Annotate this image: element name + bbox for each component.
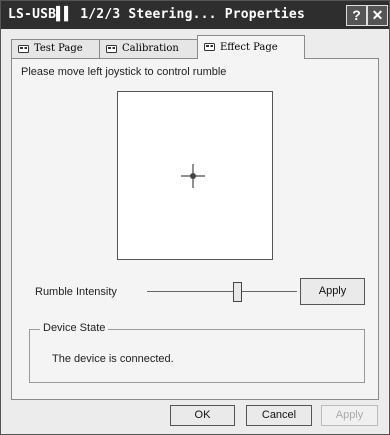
crosshair-icon: [181, 164, 205, 188]
effect-page-panel: Please move left joystick to control rum…: [11, 58, 379, 400]
tab-label: Test Page: [34, 43, 83, 54]
gamepad-icon: [204, 43, 215, 51]
title-bar[interactable]: LS-USB▌▌ 1/2/3 Steering... Properties ? …: [1, 1, 389, 29]
ok-button[interactable]: OK: [170, 405, 235, 426]
tab-test-page[interactable]: Test Page: [11, 39, 100, 58]
device-state-group: Device State The device is connected.: [29, 322, 365, 383]
apply-button[interactable]: Apply: [321, 405, 378, 426]
slider-thumb[interactable]: [233, 282, 242, 302]
device-state-title: Device State: [40, 322, 109, 334]
tab-label: Effect Page: [220, 42, 278, 53]
gamepad-icon: [18, 45, 29, 53]
tab-calibration[interactable]: Calibration: [99, 39, 199, 58]
instruction-text: Please move left joystick to control rum…: [21, 66, 227, 78]
device-state-text: The device is connected.: [52, 353, 174, 365]
help-button[interactable]: ?: [346, 5, 367, 26]
cancel-button[interactable]: Cancel: [246, 405, 312, 426]
close-button[interactable]: ✕: [367, 5, 388, 26]
gamepad-icon: [106, 45, 117, 53]
joystick-area[interactable]: [117, 91, 273, 260]
tab-effect-page[interactable]: Effect Page: [197, 35, 305, 59]
tab-label: Calibration: [122, 43, 179, 54]
rumble-intensity-label: Rumble Intensity: [35, 286, 117, 298]
rumble-apply-button[interactable]: Apply: [300, 278, 365, 305]
window-title: LS-USB▌▌ 1/2/3 Steering... Properties: [8, 7, 305, 22]
rumble-intensity-slider[interactable]: [147, 279, 297, 305]
properties-window: LS-USB▌▌ 1/2/3 Steering... Properties ? …: [0, 0, 390, 435]
slider-track: [147, 291, 297, 292]
